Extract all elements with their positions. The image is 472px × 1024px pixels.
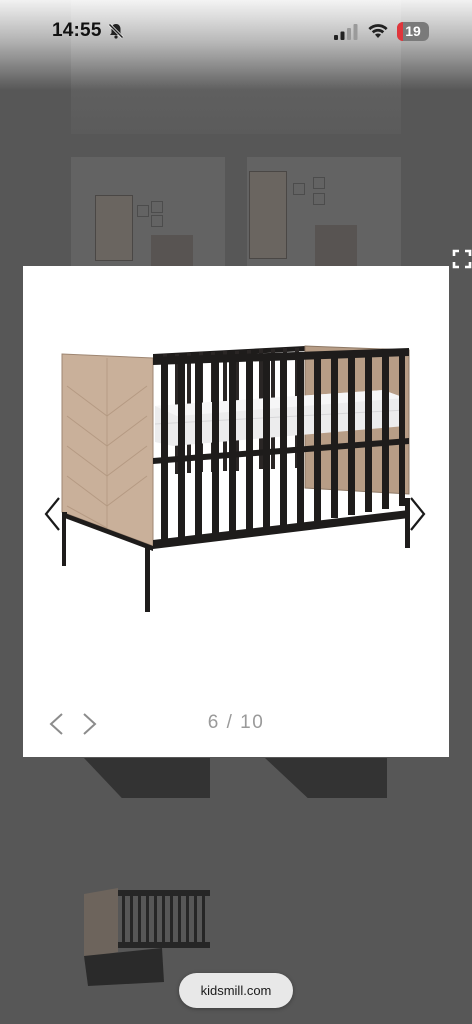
- background-drawer-image: [265, 758, 387, 798]
- battery-level: 19: [405, 23, 421, 39]
- background-thumbnail: [71, 157, 225, 269]
- fullscreen-icon[interactable]: [452, 248, 472, 270]
- status-bar: 14:55 19: [0, 0, 472, 64]
- status-time: 14:55: [52, 20, 102, 41]
- background-thumbnail: [247, 157, 401, 269]
- image-counter: 6 / 10: [207, 712, 265, 733]
- bell-off-icon: [108, 23, 124, 39]
- chevron-right-icon[interactable]: [405, 494, 429, 534]
- image-lightbox: 6 / 10: [23, 266, 449, 757]
- wifi-icon: [368, 24, 388, 38]
- signal-icon: [334, 24, 358, 40]
- background-crib-thumbnail: [84, 888, 210, 986]
- product-image-crib: [61, 345, 410, 612]
- background-drawer-image: [84, 758, 210, 798]
- battery-icon: 19: [397, 22, 429, 41]
- chevron-left-icon[interactable]: [41, 494, 65, 534]
- url-bar[interactable]: kidsmill.com: [179, 973, 293, 1008]
